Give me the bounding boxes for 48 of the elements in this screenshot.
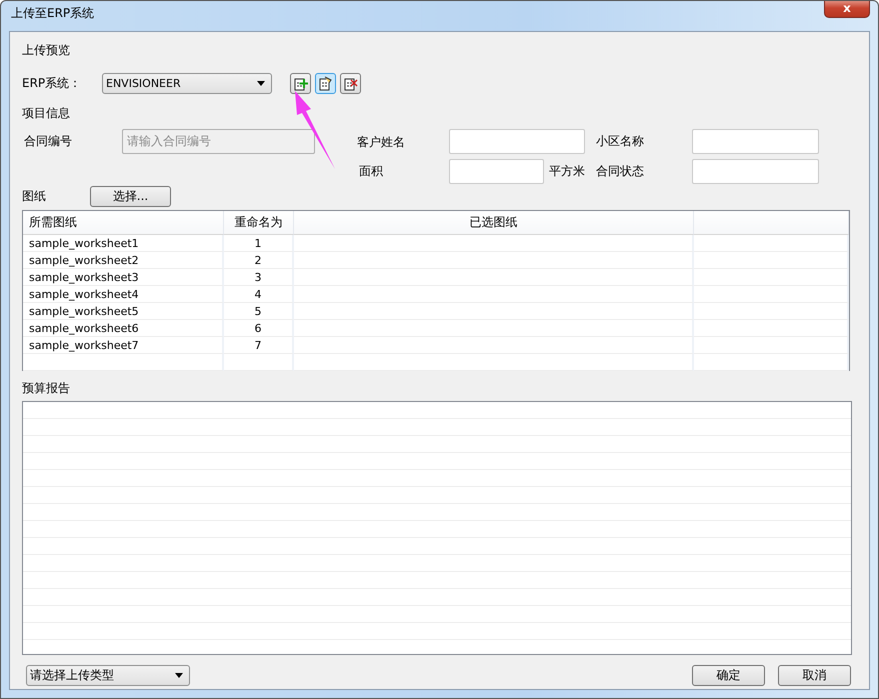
select-button[interactable]: 选择... bbox=[90, 186, 171, 207]
table-cell: 7 bbox=[224, 337, 294, 354]
toolbar-button[interactable] bbox=[340, 73, 361, 94]
dialog-button[interactable]: 确定 bbox=[692, 665, 765, 686]
table-cell: sample_worksheet1 bbox=[23, 235, 224, 252]
table-cell: 6 bbox=[224, 320, 294, 337]
erp-dropdown[interactable]: ENVISIONEER bbox=[102, 73, 272, 94]
dialog-button[interactable]: 取消 bbox=[778, 665, 851, 686]
table-cell: 3 bbox=[224, 269, 294, 286]
table-cell: 5 bbox=[224, 303, 294, 320]
table-cell: 2 bbox=[224, 252, 294, 269]
section-heading: 上传预览 bbox=[22, 42, 71, 59]
add-icon bbox=[293, 76, 308, 91]
customer-name-field[interactable] bbox=[449, 128, 585, 154]
field-label: 合同状态 bbox=[596, 162, 645, 180]
upload-type-dropdown[interactable]: 请选择上传类型 bbox=[26, 665, 190, 686]
table-cell: 4 bbox=[224, 286, 294, 303]
section-heading: 图纸 bbox=[22, 188, 47, 205]
table-cell: sample_worksheet4 bbox=[23, 286, 224, 303]
delete-icon bbox=[343, 76, 358, 91]
clipboard-icon bbox=[318, 76, 333, 91]
table-cell: sample_worksheet6 bbox=[23, 320, 224, 337]
toolbar-button[interactable] bbox=[315, 73, 336, 94]
section-heading: 预算报告 bbox=[22, 380, 71, 397]
toolbar-button[interactable] bbox=[290, 73, 311, 94]
column-header: 所需图纸 bbox=[23, 211, 224, 235]
table-cell: sample_worksheet3 bbox=[23, 269, 224, 286]
table-cell: 1 bbox=[224, 235, 294, 252]
table-cell: sample_worksheet7 bbox=[23, 337, 224, 354]
field-label: 合同编号 bbox=[24, 132, 73, 150]
caret-icon bbox=[257, 81, 265, 86]
table-cell: sample_worksheet2 bbox=[23, 252, 224, 269]
contract-number-field[interactable]: 请输入合同编号 bbox=[122, 128, 315, 154]
community-name-field[interactable] bbox=[692, 128, 819, 154]
field-label: 面积 bbox=[358, 162, 384, 180]
unit-label: 平方米 bbox=[549, 162, 585, 180]
area-field[interactable] bbox=[449, 158, 544, 184]
field-label: ERP系统： bbox=[22, 75, 82, 92]
contract-status-field[interactable] bbox=[692, 158, 819, 184]
window-title: 上传至ERP系统 bbox=[11, 4, 94, 22]
column-header: 已选图纸 bbox=[294, 211, 694, 235]
field-label: 客户姓名 bbox=[357, 134, 406, 150]
caret-icon bbox=[175, 673, 183, 678]
close-button[interactable]: x bbox=[824, 1, 870, 18]
section-heading: 项目信息 bbox=[22, 105, 71, 122]
column-header: 重命名为 bbox=[224, 211, 294, 235]
field-label: 小区名称 bbox=[596, 132, 645, 150]
table-cell: sample_worksheet5 bbox=[23, 303, 224, 320]
